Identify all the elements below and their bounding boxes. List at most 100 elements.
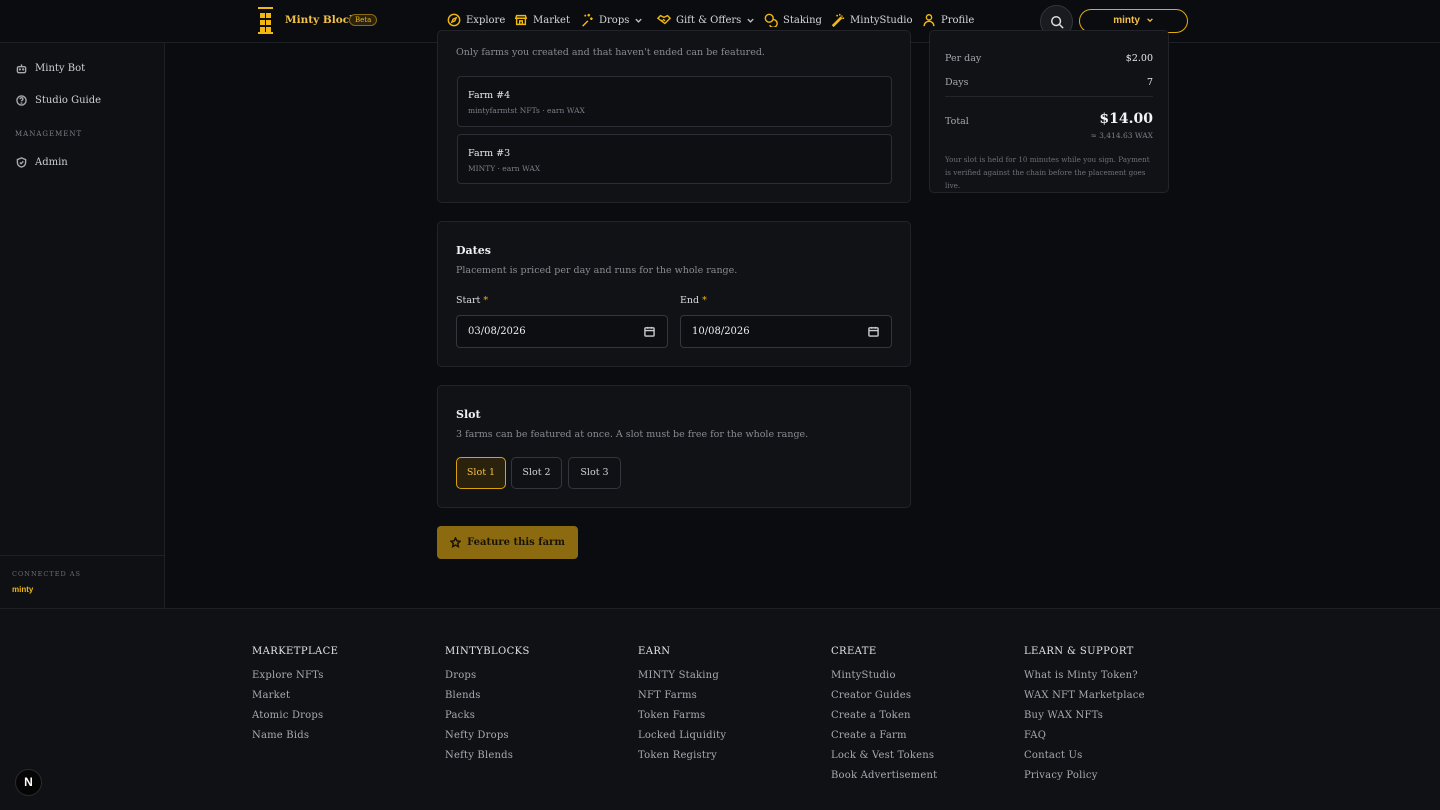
- footer-link[interactable]: Create a Farm: [831, 730, 937, 741]
- sidebar-section-management: MANAGEMENT: [15, 130, 83, 138]
- footer-heading: EARN: [638, 646, 671, 657]
- connected-username: minty: [12, 585, 34, 594]
- footer-link[interactable]: Name Bids: [252, 730, 338, 741]
- nav-drops[interactable]: Drops: [580, 13, 643, 27]
- footer-link[interactable]: Nefty Drops: [445, 730, 530, 741]
- days-value: 7: [1146, 77, 1153, 88]
- chevron-down-icon: [1146, 18, 1153, 23]
- farm-select-card: Only farms you created and that haven't …: [437, 30, 911, 203]
- store-icon: [514, 14, 528, 26]
- nav-staking[interactable]: Staking: [764, 13, 822, 27]
- footer-link[interactable]: Atomic Drops: [252, 710, 338, 721]
- feature-farm-button[interactable]: Feature this farm: [437, 526, 578, 559]
- start-date-input[interactable]: 03/08/2026: [456, 315, 668, 348]
- footer-link[interactable]: Market: [252, 690, 338, 701]
- total-value: $14.00: [1099, 111, 1153, 127]
- wand-icon: [831, 13, 845, 27]
- footer-link[interactable]: Explore NFTs: [252, 670, 338, 681]
- slot-3-button[interactable]: Slot 3: [568, 457, 621, 489]
- footer-column-learn-support: LEARN & SUPPORT What is Minty Token? WAX…: [1024, 646, 1145, 790]
- total-wax-value: ≈ 3,414.63 WAX: [1090, 131, 1153, 140]
- footer-column-earn: EARN MINTY Staking NFT Farms Token Farms…: [638, 646, 726, 770]
- footer-link[interactable]: Buy WAX NFTs: [1024, 710, 1145, 721]
- search-icon: [1051, 16, 1064, 29]
- calendar-icon[interactable]: [868, 326, 879, 337]
- site-footer: MARKETPLACE Explore NFTs Market Atomic D…: [0, 608, 1440, 810]
- slot-card: Slot 3 farms can be featured at once. A …: [437, 385, 911, 508]
- footer-link[interactable]: NFT Farms: [638, 690, 726, 701]
- compass-icon: [447, 13, 461, 27]
- farm-option-name: Farm #3: [468, 148, 511, 159]
- slot-2-button[interactable]: Slot 2: [511, 457, 562, 489]
- per-day-value: $2.00: [1125, 53, 1153, 64]
- minty-blocks-logo-icon[interactable]: [258, 7, 273, 34]
- chevron-down-icon: [747, 18, 755, 23]
- coins-icon: [764, 13, 778, 27]
- shield-icon: [16, 157, 27, 168]
- sidebar-item-admin[interactable]: Admin: [16, 157, 68, 168]
- footer-link[interactable]: MintyStudio: [831, 670, 937, 681]
- days-row: Days 7: [945, 77, 1153, 88]
- chevron-down-icon: [635, 18, 643, 23]
- footer-heading: MARKETPLACE: [252, 646, 339, 657]
- footer-link[interactable]: Contact Us: [1024, 750, 1145, 761]
- end-date-input[interactable]: 10/08/2026: [680, 315, 892, 348]
- sidebar-item-minty-bot[interactable]: Minty Bot: [16, 63, 85, 74]
- nav-gift-offers[interactable]: Gift & Offers: [657, 13, 755, 27]
- farm-select-description: Only farms you created and that haven't …: [456, 47, 765, 58]
- sparkle-icon: [582, 13, 593, 27]
- calendar-icon[interactable]: [644, 326, 655, 337]
- summary-divider: [945, 96, 1153, 97]
- dates-title: Dates: [456, 244, 491, 257]
- connected-as-label: CONNECTED AS: [12, 570, 81, 578]
- footer-link[interactable]: FAQ: [1024, 730, 1145, 741]
- dates-card: Dates Placement is priced per day and ru…: [437, 221, 911, 367]
- footer-link[interactable]: Packs: [445, 710, 530, 721]
- nav-profile[interactable]: Profile: [922, 13, 974, 27]
- footer-link[interactable]: Lock & Vest Tokens: [831, 750, 937, 761]
- footer-link[interactable]: Create a Token: [831, 710, 937, 721]
- nav-market[interactable]: Market: [514, 13, 570, 27]
- order-summary-card: Per day $2.00 Days 7 Total $14.00 ≈ 3,41…: [929, 30, 1169, 193]
- footer-link[interactable]: Token Farms: [638, 710, 726, 721]
- framework-devtools-badge[interactable]: N: [15, 769, 42, 796]
- total-label: Total: [945, 116, 969, 127]
- farm-option-name: Farm #4: [468, 90, 511, 101]
- footer-link[interactable]: MINTY Staking: [638, 670, 726, 681]
- footer-link[interactable]: Privacy Policy: [1024, 770, 1145, 781]
- footer-heading: MINTYBLOCKS: [445, 646, 530, 657]
- start-date-label: Start *: [456, 295, 489, 306]
- connected-account: CONNECTED AS minty: [0, 555, 164, 594]
- per-day-row: Per day $2.00: [945, 53, 1153, 64]
- slot-title: Slot: [456, 408, 481, 421]
- footer-link[interactable]: What is Minty Token?: [1024, 670, 1145, 681]
- footer-link[interactable]: Locked Liquidity: [638, 730, 726, 741]
- footer-link[interactable]: Nefty Blends: [445, 750, 530, 761]
- footer-link[interactable]: Blends: [445, 690, 530, 701]
- footer-link[interactable]: WAX NFT Marketplace: [1024, 690, 1145, 701]
- end-date-label: End *: [680, 295, 707, 306]
- beta-badge: Beta: [349, 14, 378, 26]
- footer-link[interactable]: Creator Guides: [831, 690, 937, 701]
- farm-option[interactable]: Farm #4 mintyfarmtst NFTs · earn WAX: [457, 76, 892, 127]
- handshake-icon: [657, 14, 671, 25]
- footer-column-create: CREATE MintyStudio Creator Guides Create…: [831, 646, 937, 790]
- farm-option-subtitle: MINTY · earn WAX: [468, 164, 541, 173]
- dates-description: Placement is priced per day and runs for…: [456, 265, 738, 276]
- bot-icon: [16, 64, 27, 74]
- footer-link[interactable]: Drops: [445, 670, 530, 681]
- user-icon: [923, 14, 935, 27]
- payment-note: Your slot is held for 10 minutes while y…: [945, 155, 1150, 190]
- help-circle-icon: [16, 95, 27, 106]
- footer-column-mintyblocks: MINTYBLOCKS Drops Blends Packs Nefty Dro…: [445, 646, 530, 770]
- sidebar-item-studio-guide[interactable]: Studio Guide: [16, 95, 101, 106]
- farm-option[interactable]: Farm #3 MINTY · earn WAX: [457, 134, 892, 184]
- nav-mintystudio[interactable]: MintyStudio: [831, 13, 912, 27]
- nav-explore[interactable]: Explore: [447, 13, 505, 27]
- footer-link[interactable]: Token Registry: [638, 750, 726, 761]
- sidebar: Minty Bot Studio Guide MANAGEMENT Admin …: [0, 43, 165, 608]
- slot-description: 3 farms can be featured at once. A slot …: [456, 429, 809, 440]
- footer-column-marketplace: MARKETPLACE Explore NFTs Market Atomic D…: [252, 646, 338, 750]
- slot-1-button[interactable]: Slot 1: [456, 457, 506, 489]
- footer-link[interactable]: Book Advertisement: [831, 770, 937, 781]
